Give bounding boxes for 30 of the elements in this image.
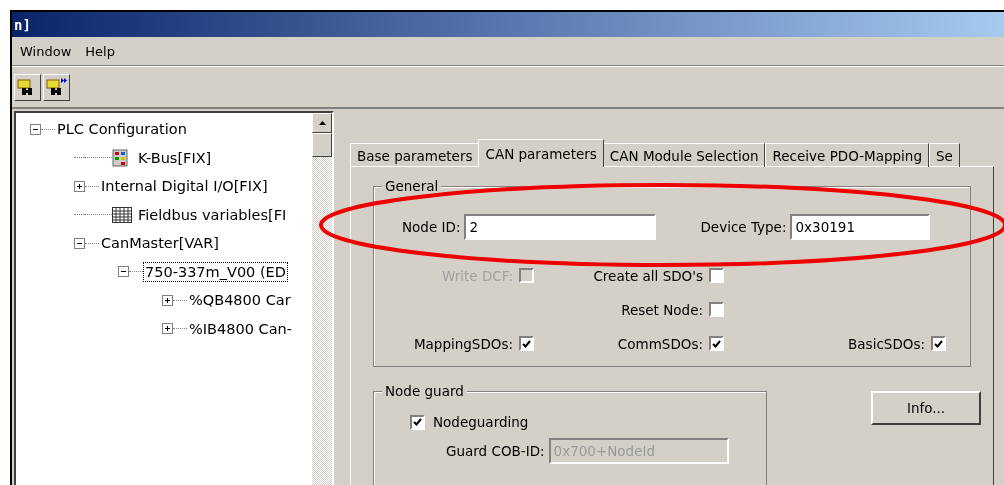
tree-item[interactable]: PLC Configuration xyxy=(55,119,189,140)
checkbox-label: MappingSDOs: xyxy=(413,335,513,352)
field-label: Guard COB-ID: xyxy=(446,443,545,459)
tab[interactable]: Se xyxy=(929,143,960,167)
tree-item[interactable]: Fieldbus variables[FI xyxy=(136,204,289,225)
tree-item[interactable]: CanMaster[VAR] xyxy=(99,233,222,254)
tree-item[interactable]: %QB4800 Car xyxy=(187,290,293,311)
checkbox-label: CommSDOs: xyxy=(617,335,703,352)
checkbox-label: Create all SDO's xyxy=(593,267,703,284)
info-button[interactable]: Info... xyxy=(871,391,981,425)
group-title: General xyxy=(382,178,442,194)
tab[interactable]: Base parameters xyxy=(350,143,480,167)
menu-item[interactable]: Window xyxy=(20,43,72,59)
checkbox-label: Nodeguarding xyxy=(433,414,529,430)
tab[interactable]: CAN parameters xyxy=(478,139,604,167)
window-title: n] xyxy=(12,12,1004,37)
field-label: Node ID: xyxy=(402,219,461,235)
group-title: Node guard xyxy=(382,383,467,399)
device-type-field[interactable]: 0x30191 xyxy=(790,214,931,240)
tree-item[interactable]: K-Bus[FIX] xyxy=(136,147,214,168)
field-label: Device Type: xyxy=(700,219,787,235)
menu-item[interactable]: Help xyxy=(85,43,115,59)
tree-item[interactable]: %IB4800 Can- xyxy=(187,318,294,339)
node-id-field[interactable]: 2 xyxy=(464,214,657,240)
tree-item[interactable]: Internal Digital I/O[FIX] xyxy=(99,176,270,197)
checkbox-label: BasicSDOs: xyxy=(848,335,925,352)
tree-item[interactable]: 750-337m_V00 (ED xyxy=(143,261,288,282)
checkbox-label: Reset Node: xyxy=(621,301,703,318)
tab[interactable]: CAN Module Selection xyxy=(602,143,766,167)
tab[interactable]: Receive PDO-Mapping xyxy=(765,143,929,167)
